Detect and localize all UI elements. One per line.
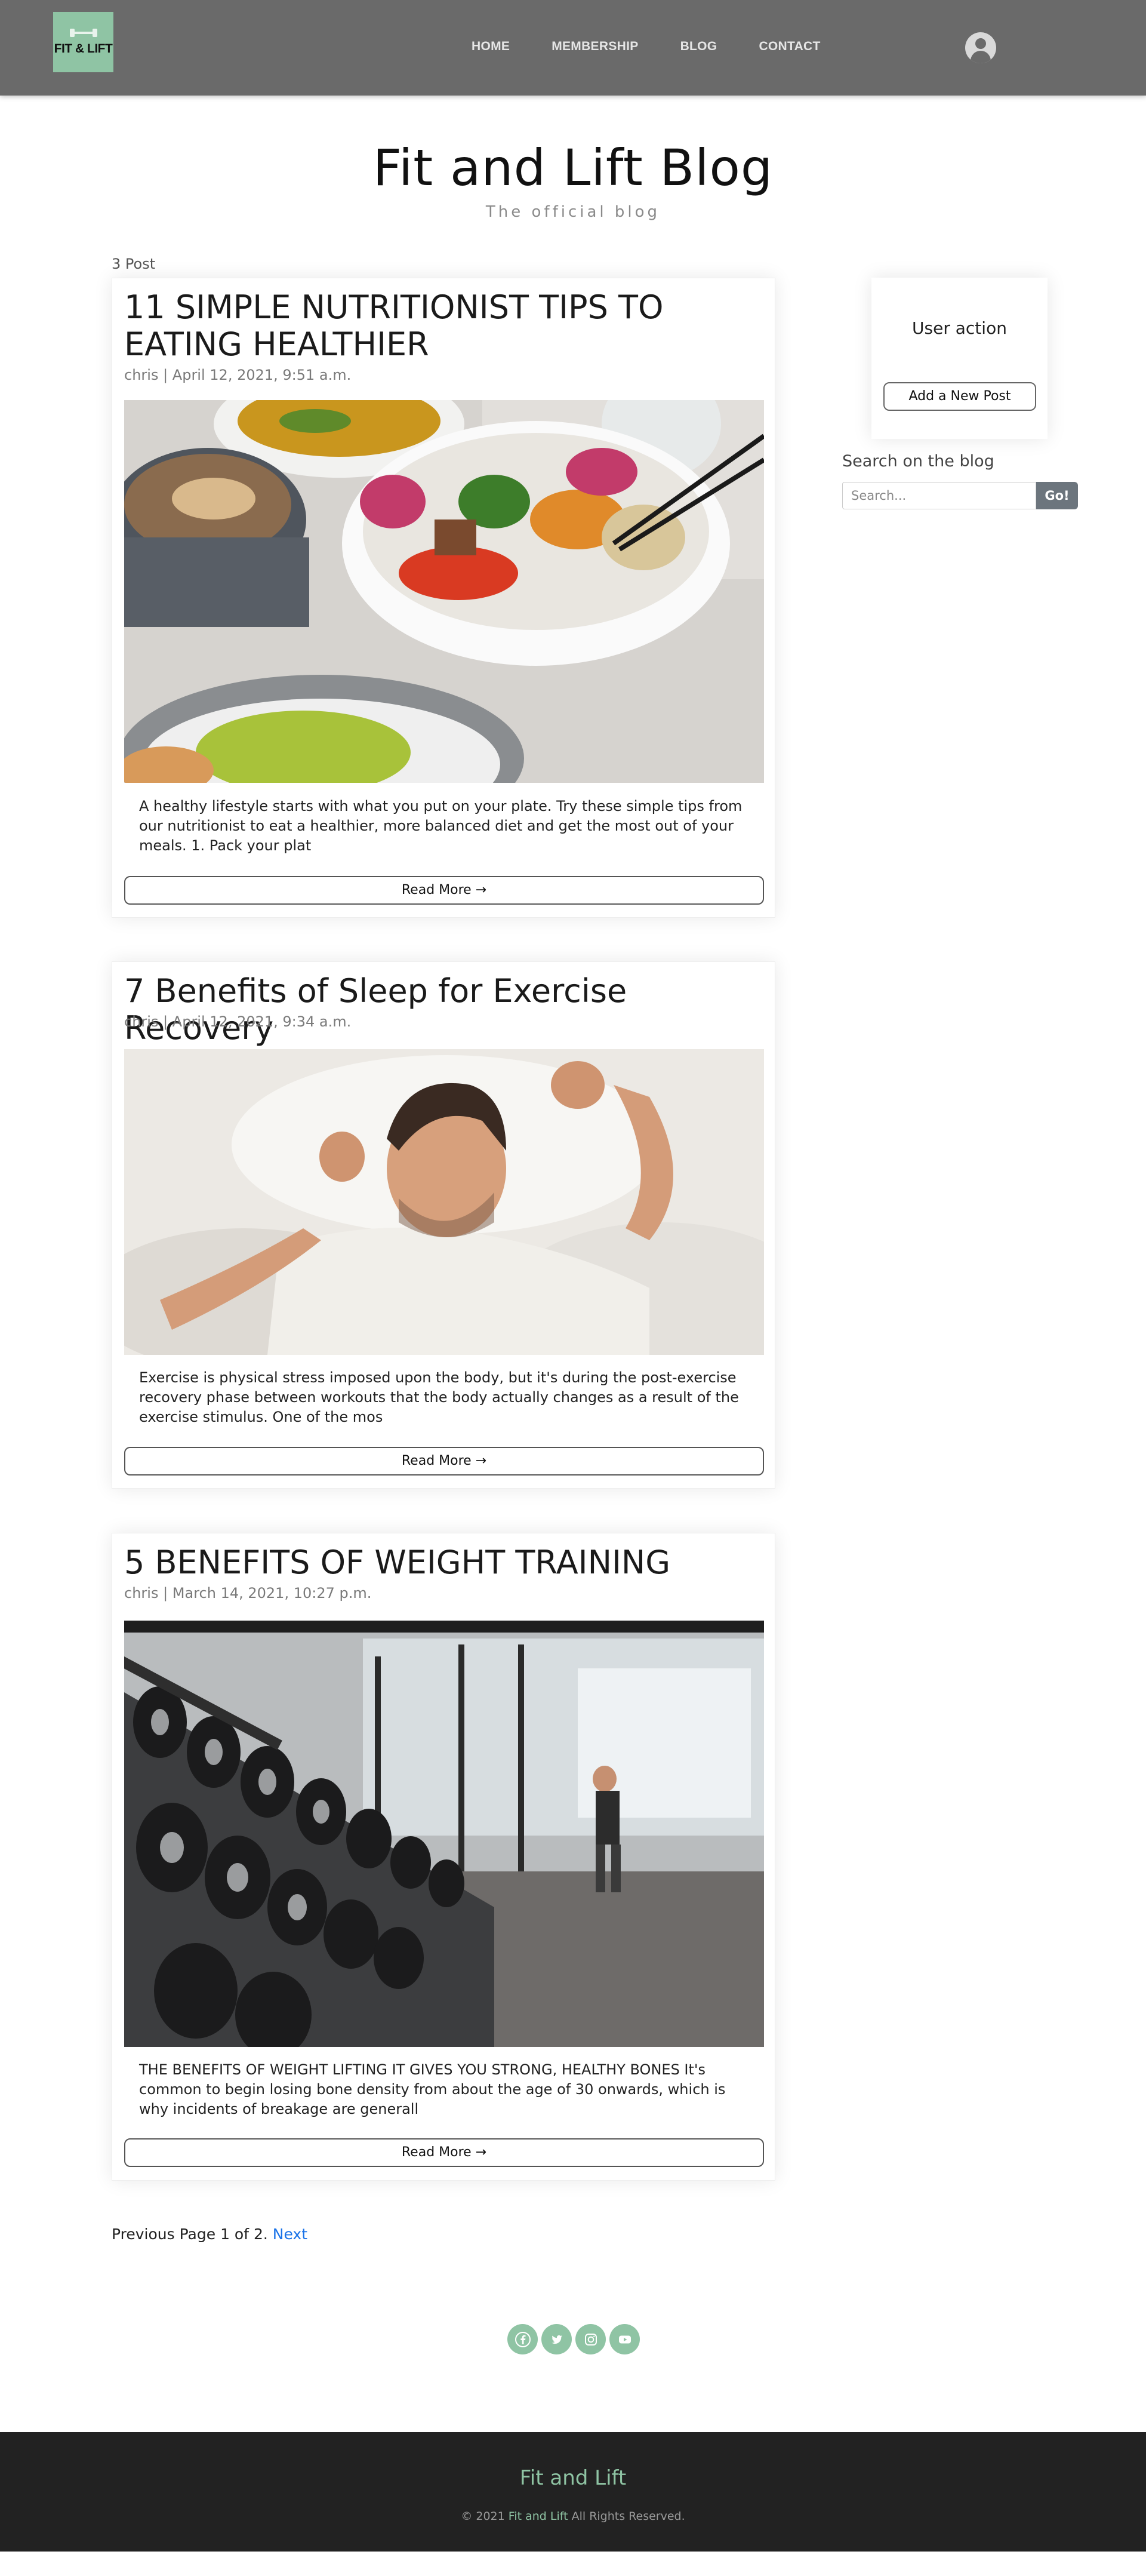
page-title: Fit and Lift Blog: [372, 139, 774, 197]
nav-link-home[interactable]: HOME: [472, 39, 510, 54]
twitter-icon[interactable]: [541, 2324, 572, 2354]
nav-links: HOME MEMBERSHIP BLOG CONTACT: [472, 39, 862, 54]
post-meta: chris | April 12, 2021, 9:51 a.m.: [124, 367, 352, 383]
post-title[interactable]: 11 SIMPLE NUTRITIONIST TIPS TO EATING HE…: [124, 289, 763, 363]
gym-dumbbells-illustration: [124, 1621, 764, 2047]
food-bowls-illustration: [124, 400, 764, 783]
add-new-post-button[interactable]: Add a New Post: [883, 382, 1036, 411]
footer-copyright: © 2021 Fit and Lift All Rights Reserved.: [0, 2510, 1146, 2523]
dumbbell-icon: [69, 28, 97, 37]
post-title[interactable]: 7 Benefits of Sleep for Exercise Recover…: [124, 973, 763, 1047]
search-go-button[interactable]: Go!: [1036, 482, 1078, 509]
post-title[interactable]: 5 BENEFITS OF WEIGHT TRAINING: [124, 1544, 763, 1581]
post-excerpt: A healthy lifestyle starts with what you…: [139, 798, 743, 854]
nav-link-blog[interactable]: BLOG: [680, 39, 717, 54]
read-more-button[interactable]: Read More →: [124, 876, 764, 905]
social-links: [507, 2324, 640, 2354]
post-card: 5 BENEFITS OF WEIGHT TRAINING chris | Ma…: [112, 1533, 775, 2181]
footer-brand: Fit and Lift: [519, 2466, 627, 2490]
post-image-gym-dumbbells: [124, 1621, 764, 2047]
navbar: FIT & LIFT HOME MEMBERSHIP BLOG CONTACT: [0, 0, 1146, 96]
pagination: Previous Page 1 of 2. Next: [112, 2225, 307, 2243]
user-action-title: User action: [912, 318, 1007, 338]
copyright-year: © 2021: [461, 2510, 505, 2523]
footer: Fit and Lift © 2021 Fit and Lift All Rig…: [0, 2432, 1146, 2552]
post-image-sleeping-man: [124, 1049, 764, 1355]
pagination-status: Previous Page 1 of 2.: [112, 2225, 268, 2243]
post-excerpt: Exercise is physical stress imposed upon…: [139, 1369, 739, 1425]
search-input[interactable]: [842, 482, 1036, 509]
logo-text: FIT & LIFT: [54, 41, 113, 56]
instagram-icon[interactable]: [575, 2324, 606, 2354]
post-excerpt: THE BENEFITS OF WEIGHT LIFTING IT GIVES …: [139, 2061, 726, 2117]
post-card: 7 Benefits of Sleep for Exercise Recover…: [112, 961, 775, 1489]
youtube-icon[interactable]: [609, 2324, 640, 2354]
search-label: Search on the blog: [842, 452, 994, 471]
post-meta: chris | April 12, 2021, 9:34 a.m.: [124, 1013, 352, 1030]
nav-link-contact[interactable]: CONTACT: [759, 39, 820, 54]
copyright-brand-link[interactable]: Fit and Lift: [509, 2510, 568, 2523]
post-card: 11 SIMPLE NUTRITIONIST TIPS TO EATING HE…: [112, 278, 775, 918]
pagination-next-link[interactable]: Next: [273, 2225, 307, 2243]
user-action-panel: User action Add a New Post: [871, 278, 1048, 439]
post-meta: chris | March 14, 2021, 10:27 p.m.: [124, 1585, 372, 1601]
facebook-icon[interactable]: [507, 2324, 538, 2354]
read-more-button[interactable]: Read More →: [124, 2138, 764, 2167]
nav-link-membership[interactable]: MEMBERSHIP: [552, 39, 638, 54]
read-more-button[interactable]: Read More →: [124, 1447, 764, 1475]
sleeping-man-illustration: [124, 1049, 764, 1355]
post-count: 3 Post: [112, 256, 156, 272]
post-image-healthy-food: [124, 400, 764, 783]
user-account-icon[interactable]: [965, 32, 996, 63]
copyright-text: All Rights Reserved.: [571, 2510, 685, 2523]
site-logo[interactable]: FIT & LIFT: [53, 12, 113, 72]
page-subtitle: The official blog: [485, 203, 661, 221]
